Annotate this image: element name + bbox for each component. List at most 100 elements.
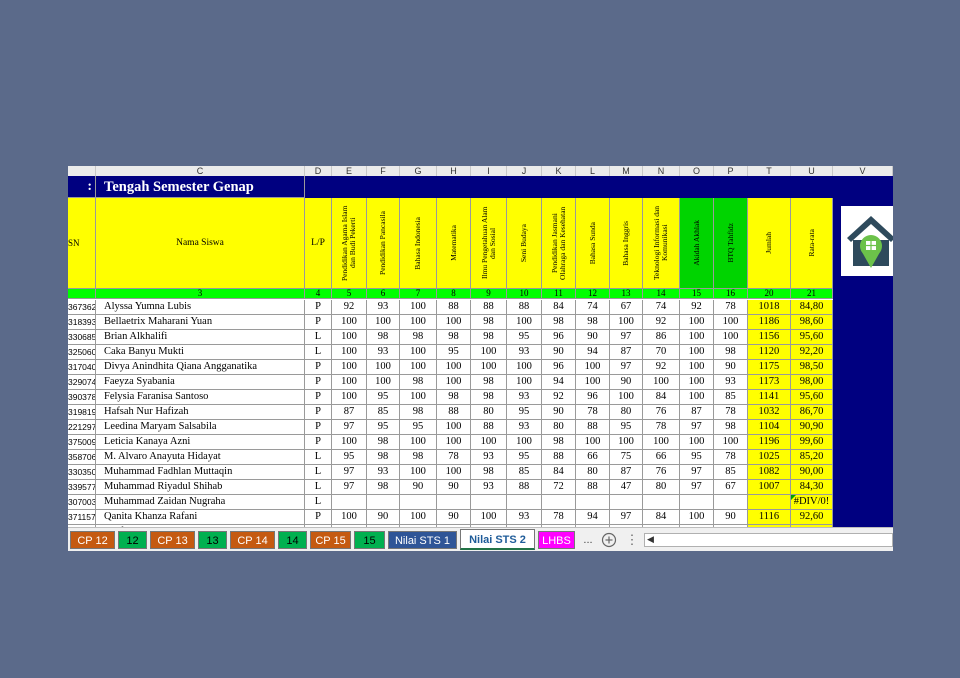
score-cell[interactable]: 94 <box>576 345 610 360</box>
score-cell[interactable]: 98 <box>471 375 507 390</box>
student-name-cell[interactable]: Muhammad Fadhlan Muttaqin <box>96 465 305 480</box>
score-cell[interactable]: 98 <box>400 405 437 420</box>
tab-options-icon[interactable]: ⋮ <box>624 531 640 549</box>
score-cell[interactable]: 90 <box>576 330 610 345</box>
score-cell[interactable]: 93 <box>714 375 748 390</box>
score-cell[interactable]: 100 <box>367 360 400 375</box>
score-cell[interactable]: 93 <box>367 465 400 480</box>
score-cell[interactable] <box>610 495 643 510</box>
average-cell[interactable]: 90,90 <box>791 420 833 435</box>
student-name-cell[interactable]: Divya Anindhita Qiana Angganatika <box>96 360 305 375</box>
average-cell[interactable]: 84,30 <box>791 480 833 495</box>
score-cell[interactable]: 74 <box>643 300 680 315</box>
total-cell[interactable]: 1141 <box>748 390 791 405</box>
score-cell[interactable]: 97 <box>332 420 367 435</box>
score-cell[interactable]: 92 <box>680 300 714 315</box>
score-cell[interactable]: 93 <box>471 480 507 495</box>
score-cell[interactable]: 95 <box>367 390 400 405</box>
score-cell[interactable]: 95 <box>507 405 542 420</box>
score-cell[interactable]: 85 <box>367 405 400 420</box>
score-cell[interactable]: 100 <box>680 345 714 360</box>
score-cell[interactable]: 78 <box>437 450 471 465</box>
score-cell[interactable]: 100 <box>576 375 610 390</box>
nisn-cell[interactable]: 3250605 <box>68 345 96 360</box>
score-cell[interactable]: 100 <box>332 315 367 330</box>
score-cell[interactable]: 87 <box>610 465 643 480</box>
student-name-cell[interactable]: Felysia Faranisa Santoso <box>96 390 305 405</box>
table-row[interactable]: 3303504Muhammad Fadhlan MuttaqinL9793100… <box>68 465 833 480</box>
student-name-cell[interactable]: Leedina Maryam Salsabila <box>96 420 305 435</box>
score-cell[interactable]: 100 <box>507 375 542 390</box>
score-cell[interactable]: 100 <box>680 510 714 525</box>
score-cell[interactable]: 90 <box>542 405 576 420</box>
table-row[interactable]: 3290745Faeyza SyabaniaP10010098100981009… <box>68 375 833 390</box>
score-cell[interactable]: 96 <box>542 330 576 345</box>
score-cell[interactable]: 100 <box>332 345 367 360</box>
gender-cell[interactable]: P <box>305 315 332 330</box>
nisn-cell[interactable]: 3711575 <box>68 510 96 525</box>
score-cell[interactable]: 98 <box>471 315 507 330</box>
score-cell[interactable]: 98 <box>367 435 400 450</box>
student-name-cell[interactable]: Qanita Khanza Rafani <box>96 510 305 525</box>
column-letter[interactable]: N <box>643 166 680 176</box>
score-cell[interactable]: 100 <box>714 315 748 330</box>
score-cell[interactable]: 100 <box>437 375 471 390</box>
gender-cell[interactable]: L <box>305 465 332 480</box>
score-cell[interactable]: 98 <box>576 315 610 330</box>
gender-cell[interactable]: P <box>305 405 332 420</box>
sheet-tab[interactable]: CP 15 <box>310 531 351 549</box>
score-cell[interactable]: 100 <box>610 390 643 405</box>
score-cell[interactable]: 100 <box>680 390 714 405</box>
score-cell[interactable]: 97 <box>332 480 367 495</box>
score-cell[interactable]: 98 <box>400 375 437 390</box>
score-cell[interactable]: 95 <box>332 450 367 465</box>
gender-cell[interactable]: P <box>305 300 332 315</box>
plus-circle-icon[interactable] <box>600 531 618 549</box>
score-cell[interactable]: 90 <box>437 480 471 495</box>
table-row[interactable]: 3711575Qanita Khanza RafaniP100901009010… <box>68 510 833 525</box>
column-letter[interactable]: J <box>507 166 542 176</box>
column-letter[interactable]: K <box>542 166 576 176</box>
score-cell[interactable]: 100 <box>610 315 643 330</box>
score-cell[interactable]: 98 <box>437 330 471 345</box>
score-cell[interactable]: 94 <box>576 510 610 525</box>
table-row[interactable]: 3306852Brian AlkhalifiL10098989898959690… <box>68 330 833 345</box>
score-cell[interactable]: 92 <box>643 360 680 375</box>
score-cell[interactable]: 80 <box>542 420 576 435</box>
score-cell[interactable]: 97 <box>332 465 367 480</box>
score-cell[interactable]: 88 <box>576 480 610 495</box>
table-row[interactable]: 3903781Felysia Faranisa SantosoP10095100… <box>68 390 833 405</box>
score-cell[interactable]: 95 <box>507 450 542 465</box>
column-letter[interactable]: G <box>400 166 437 176</box>
table-row[interactable]: 3673625Alyssa Yumna LubisP92931008888888… <box>68 300 833 315</box>
total-cell[interactable] <box>748 495 791 510</box>
score-cell[interactable]: 78 <box>714 450 748 465</box>
table-row[interactable]: 3070030Muhammad Zaidan NugrahaL #DIV/0! <box>68 495 833 510</box>
score-cell[interactable]: 92 <box>332 300 367 315</box>
score-cell[interactable]: 92 <box>542 390 576 405</box>
score-cell[interactable]: 97 <box>680 480 714 495</box>
score-cell[interactable]: 100 <box>437 435 471 450</box>
score-cell[interactable]: 97 <box>680 420 714 435</box>
sheet-tab[interactable]: LHBS <box>538 531 575 549</box>
score-cell[interactable]: 100 <box>471 435 507 450</box>
column-letter[interactable]: E <box>332 166 367 176</box>
table-row[interactable]: 3250605Caka Banyu MuktiL1009310095100939… <box>68 345 833 360</box>
average-cell[interactable]: 84,80 <box>791 300 833 315</box>
gender-cell[interactable]: P <box>305 390 332 405</box>
score-cell[interactable]: 94 <box>542 375 576 390</box>
total-cell[interactable]: 1018 <box>748 300 791 315</box>
score-cell[interactable]: 90 <box>542 345 576 360</box>
score-cell[interactable]: 98 <box>367 330 400 345</box>
score-cell[interactable] <box>400 495 437 510</box>
nisn-cell[interactable]: 3673625 <box>68 300 96 315</box>
nisn-cell[interactable]: 3070030 <box>68 495 96 510</box>
score-cell[interactable]: 100 <box>643 435 680 450</box>
column-letter[interactable]: F <box>367 166 400 176</box>
score-cell[interactable]: 88 <box>437 405 471 420</box>
student-name-cell[interactable]: Alyssa Yumna Lubis <box>96 300 305 315</box>
score-cell[interactable]: 100 <box>507 435 542 450</box>
score-cell[interactable]: 100 <box>332 375 367 390</box>
score-cell[interactable]: 93 <box>507 390 542 405</box>
nisn-cell[interactable]: 3170406 <box>68 360 96 375</box>
